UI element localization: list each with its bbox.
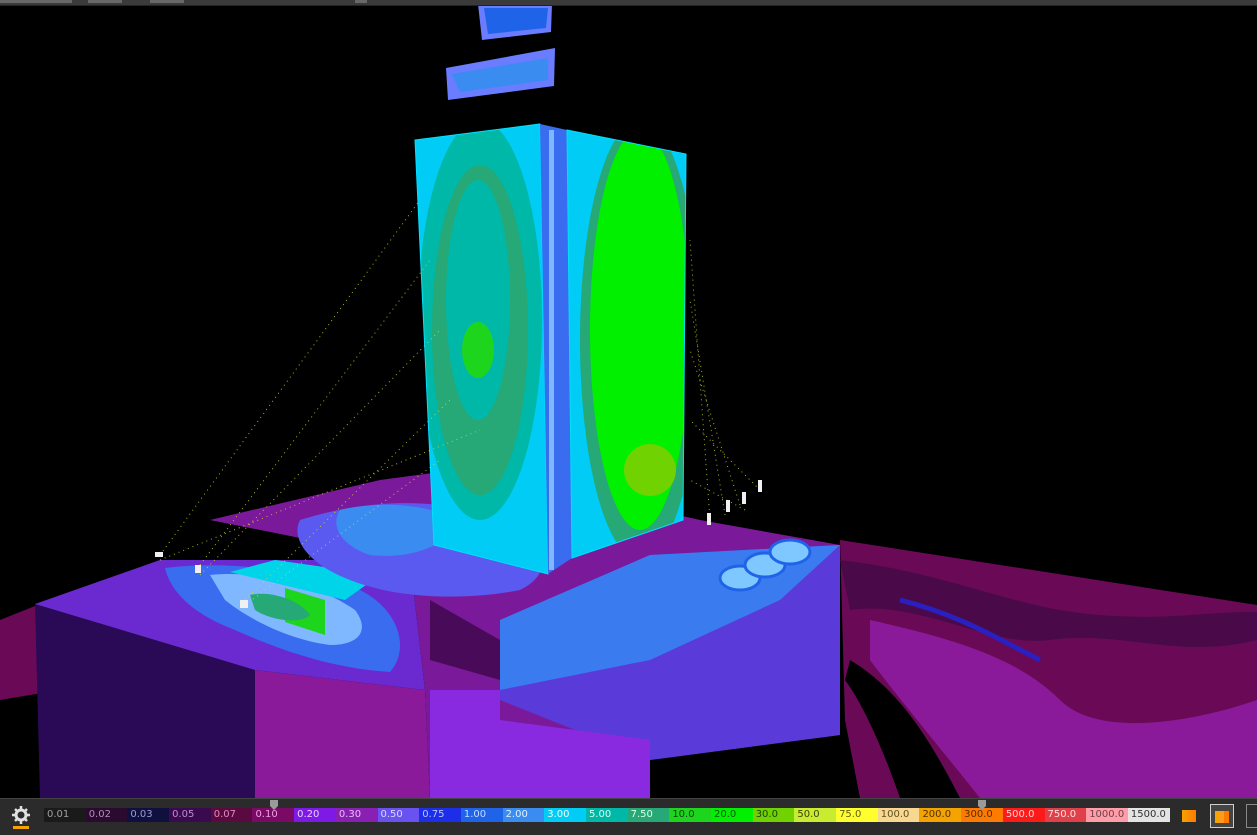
false-color-legend: 0.01 0.02 0.03 0.05 0.07 0.10 0.20 0.30 0.50 0.75… — [0, 798, 1257, 835]
legend-segment[interactable]: 200.0 — [919, 808, 962, 822]
legend-segment[interactable]: 0.03 — [127, 808, 170, 822]
legend-segment[interactable]: 3.00 — [544, 808, 586, 822]
legend-segment[interactable]: 1.00 — [460, 808, 503, 822]
legend-segment[interactable]: 10.0 — [669, 808, 711, 822]
settings-button[interactable] — [8, 804, 34, 830]
legend-segment[interactable]: 20.0 — [711, 808, 753, 822]
legend-segment[interactable]: 30.0 — [752, 808, 795, 822]
legend-segment[interactable]: 100.0 — [877, 808, 920, 822]
scene-render[interactable] — [0, 6, 1257, 798]
legend-segment[interactable]: 0.30 — [335, 808, 378, 822]
toolbar-field[interactable] — [355, 0, 367, 3]
legend-segment[interactable]: 75.0 — [836, 808, 878, 822]
legend-segment[interactable]: 1500.0 — [1127, 808, 1170, 822]
legend-segment[interactable]: 0.10 — [252, 808, 295, 822]
legend-segment[interactable]: 0.50 — [377, 808, 420, 822]
gear-icon — [12, 806, 30, 829]
legend-segment[interactable]: 5.00 — [585, 808, 628, 822]
legend-segment[interactable]: 2.00 — [502, 808, 545, 822]
legend-segment[interactable]: 0.75 — [419, 808, 461, 822]
stepped-gradient-icon — [1215, 811, 1229, 823]
legend-segment[interactable]: 7.50 — [627, 808, 670, 822]
legend-segment[interactable]: 0.02 — [85, 808, 128, 822]
legend-segment[interactable]: 750.0 — [1044, 808, 1087, 822]
legend-segment[interactable]: 50.0 — [794, 808, 837, 822]
panel-edge-button[interactable] — [1246, 804, 1257, 828]
legend-segment[interactable]: 0.05 — [169, 808, 211, 822]
legend-segment[interactable]: 300.0 — [961, 808, 1003, 822]
left-podium-side — [255, 670, 430, 798]
tower-gap-light — [549, 130, 554, 570]
gradient-mode-button[interactable] — [1178, 804, 1202, 828]
toolbar-field[interactable] — [150, 0, 184, 3]
gradient-icon — [1182, 810, 1196, 822]
toolbar-field[interactable] — [88, 0, 122, 3]
render-viewport[interactable] — [0, 6, 1257, 798]
legend-segment[interactable]: 0.20 — [294, 808, 336, 822]
toolbar-field[interactable] — [0, 0, 72, 3]
legend-segment[interactable]: 0.01 — [44, 808, 86, 822]
stepped-mode-button[interactable] — [1210, 804, 1234, 828]
roof-ellipse — [768, 538, 812, 566]
legend-segment[interactable]: 500.0 — [1002, 808, 1045, 822]
range-max-handle[interactable] — [978, 800, 986, 810]
color-scale[interactable]: 0.01 0.02 0.03 0.05 0.07 0.10 0.20 0.30 0.50 0.75… — [44, 808, 1170, 822]
legend-segment[interactable]: 0.07 — [210, 808, 253, 822]
range-min-handle[interactable] — [270, 800, 278, 810]
legend-segment[interactable]: 1000.0 — [1086, 808, 1128, 822]
